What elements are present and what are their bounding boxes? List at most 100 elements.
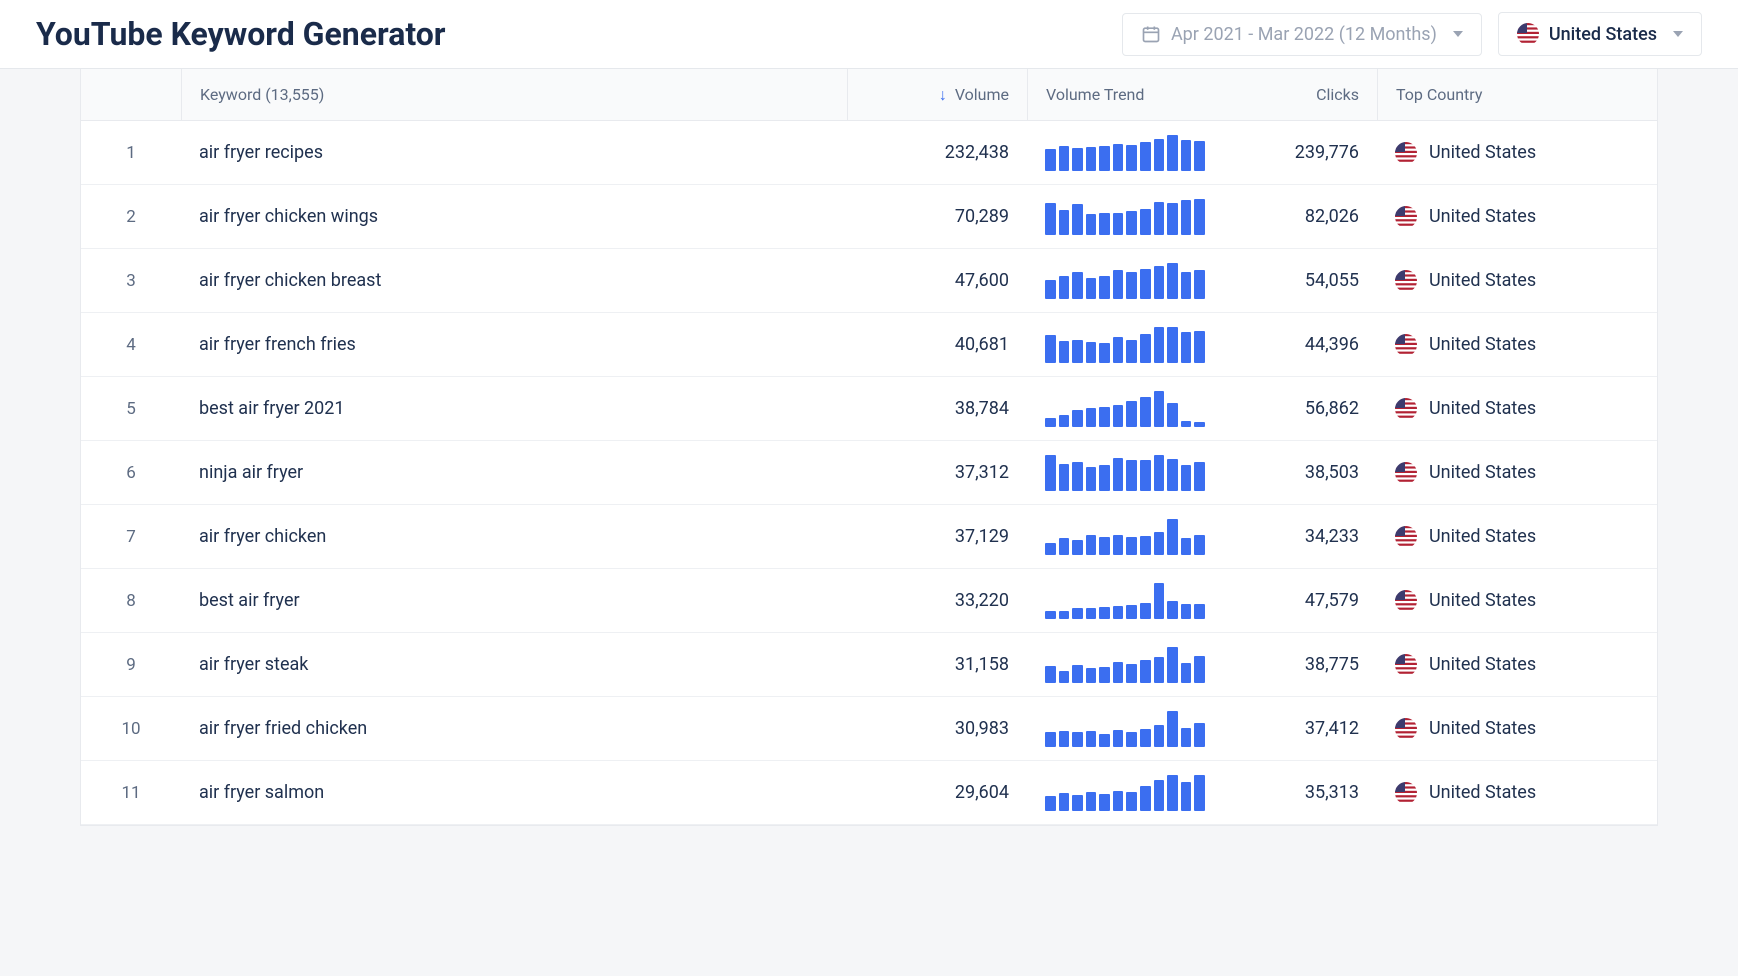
cell-keyword[interactable]: air fryer steak — [181, 642, 847, 687]
cell-clicks: 37,412 — [1227, 706, 1377, 751]
cell-clicks: 54,055 — [1227, 258, 1377, 303]
cell-keyword[interactable]: air fryer fried chicken — [181, 706, 847, 751]
cell-clicks: 56,862 — [1227, 386, 1377, 431]
sparkline — [1045, 519, 1205, 555]
sparkline — [1045, 583, 1205, 619]
cell-rank: 7 — [81, 515, 181, 559]
cell-keyword[interactable]: ninja air fryer — [181, 450, 847, 495]
col-country[interactable]: Top Country — [1377, 69, 1657, 120]
table-row[interactable]: 5best air fryer 202138,784 56,862 United S… — [81, 377, 1657, 441]
col-clicks[interactable]: Clicks — [1227, 69, 1377, 120]
cell-country: United States — [1377, 194, 1657, 240]
country-name: United States — [1429, 206, 1536, 227]
table-row[interactable]: 4air fryer french fries40,68144,396Unite… — [81, 313, 1657, 377]
country-name: United States — [1429, 398, 1536, 419]
cell-trend — [1027, 251, 1227, 311]
country-name: United States — [1429, 270, 1536, 291]
us-flag-icon — [1395, 398, 1417, 420]
chevron-down-icon — [1673, 31, 1683, 37]
cell-trend — [1027, 571, 1227, 631]
cell-country: United States — [1377, 770, 1657, 816]
col-volume[interactable]: ↓ Volume — [847, 69, 1027, 120]
cell-country: United States — [1377, 130, 1657, 176]
table-body: 1air fryer recipes232,438 239,776 United S… — [81, 121, 1657, 825]
col-keyword-label: Keyword (13,555) — [200, 85, 324, 104]
cell-volume: 38,784 — [847, 386, 1027, 431]
cell-volume: 29,604 — [847, 770, 1027, 815]
calendar-icon — [1141, 24, 1161, 44]
table-row[interactable]: 9air fryer steak31,15838,775United State… — [81, 633, 1657, 697]
table-row[interactable]: 7air fryer chicken37,12934,233United Sta… — [81, 505, 1657, 569]
table-row[interactable]: 8best air fryer33,22047,579United States — [81, 569, 1657, 633]
cell-volume: 37,312 — [847, 450, 1027, 495]
cell-keyword[interactable]: air fryer chicken wings — [181, 194, 847, 239]
us-flag-icon — [1395, 142, 1417, 164]
country-label: United States — [1549, 24, 1657, 45]
date-range-label: Apr 2021 - Mar 2022 (12 Months) — [1171, 24, 1437, 45]
header-controls: Apr 2021 - Mar 2022 (12 Months) United S… — [1122, 12, 1702, 56]
us-flag-icon — [1395, 206, 1417, 228]
col-trend-label: Volume Trend — [1046, 85, 1144, 104]
col-trend[interactable]: Volume Trend — [1027, 69, 1227, 120]
country-name: United States — [1429, 334, 1536, 355]
table-row[interactable]: 6ninja air fryer37,31238,503United State… — [81, 441, 1657, 505]
col-keyword[interactable]: Keyword (13,555) — [181, 69, 847, 120]
cell-keyword[interactable]: air fryer chicken — [181, 514, 847, 559]
table-row[interactable]: 1air fryer recipes232,438 239,776 United S… — [81, 121, 1657, 185]
cell-rank: 3 — [81, 259, 181, 303]
us-flag-icon — [1395, 590, 1417, 612]
sort-desc-icon: ↓ — [939, 85, 947, 105]
col-volume-label: Volume — [955, 85, 1009, 104]
sparkline — [1045, 327, 1205, 363]
table-row[interactable]: 2air fryer chicken wings70,28982,026Unit… — [81, 185, 1657, 249]
country-selector[interactable]: United States — [1498, 12, 1702, 56]
cell-rank: 1 — [81, 131, 181, 175]
cell-volume: 31,158 — [847, 642, 1027, 687]
sparkline — [1045, 455, 1205, 491]
cell-keyword[interactable]: best air fryer 2021 — [181, 386, 847, 431]
country-name: United States — [1429, 718, 1536, 739]
chevron-down-icon — [1453, 31, 1463, 37]
cell-volume: 47,600 — [847, 258, 1027, 303]
cell-volume: 37,129 — [847, 514, 1027, 559]
us-flag-icon — [1395, 526, 1417, 548]
cell-trend — [1027, 763, 1227, 823]
cell-trend — [1027, 635, 1227, 695]
cell-keyword[interactable]: air fryer salmon — [181, 770, 847, 815]
cell-keyword[interactable]: best air fryer — [181, 578, 847, 623]
country-name: United States — [1429, 142, 1536, 163]
cell-keyword[interactable]: air fryer recipes — [181, 130, 847, 175]
sparkline — [1045, 391, 1205, 427]
us-flag-icon — [1395, 334, 1417, 356]
us-flag-icon — [1395, 654, 1417, 676]
cell-keyword[interactable]: air fryer chicken breast — [181, 258, 847, 303]
cell-clicks: 38,503 — [1227, 450, 1377, 495]
country-name: United States — [1429, 526, 1536, 547]
cell-trend — [1027, 443, 1227, 503]
cell-country: United States — [1377, 642, 1657, 688]
table-row[interactable]: 3air fryer chicken breast47,600 54,055 Uni… — [81, 249, 1657, 313]
cell-rank: 5 — [81, 387, 181, 431]
cell-clicks: 44,396 — [1227, 322, 1377, 367]
cell-trend — [1027, 315, 1227, 375]
cell-country: United States — [1377, 258, 1657, 304]
cell-country: United States — [1377, 514, 1657, 560]
cell-clicks: 239,776 — [1227, 130, 1377, 175]
country-name: United States — [1429, 462, 1536, 483]
sparkline — [1045, 199, 1205, 235]
us-flag-icon — [1395, 270, 1417, 292]
col-rank — [81, 69, 181, 120]
table-row[interactable]: 10air fryer fried chicken30,98337,412Uni… — [81, 697, 1657, 761]
table-row[interactable]: 11air fryer salmon29,60435,313United Sta… — [81, 761, 1657, 825]
cell-keyword[interactable]: air fryer french fries — [181, 322, 847, 367]
cell-clicks: 35,313 — [1227, 770, 1377, 815]
keyword-table: Keyword (13,555) ↓ Volume Volume Trend Cl… — [80, 69, 1658, 826]
cell-clicks: 38,775 — [1227, 642, 1377, 687]
sparkline — [1045, 775, 1205, 811]
col-country-label: Top Country — [1396, 85, 1482, 104]
us-flag-icon — [1395, 718, 1417, 740]
table-header-row: Keyword (13,555) ↓ Volume Volume Trend Cl… — [81, 69, 1657, 121]
date-range-selector[interactable]: Apr 2021 - Mar 2022 (12 Months) — [1122, 13, 1482, 56]
cell-volume: 232,438 — [847, 130, 1027, 175]
cell-rank: 2 — [81, 195, 181, 239]
